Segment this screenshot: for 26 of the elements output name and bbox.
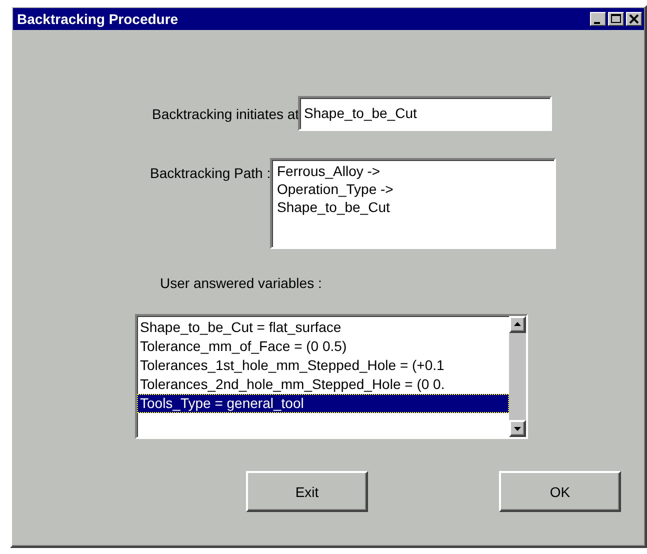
- triangle-down-icon: [514, 427, 521, 431]
- minimize-icon: [594, 22, 600, 24]
- field-label: Backtracking initiates at: [152, 106, 298, 122]
- list-item[interactable]: Tolerance_mm_of_Face = (0 0.5): [137, 337, 509, 356]
- list-item[interactable]: Tolerances_1st_hole_mm_Stepped_Hole = (+0.1: [137, 356, 509, 375]
- path-step: Operation_Type ->: [277, 180, 549, 198]
- section-label: User answered variables :: [160, 275, 322, 291]
- path-step: Ferrous_Alloy ->: [277, 162, 549, 180]
- scroll-up-button[interactable]: [509, 316, 526, 333]
- window-title: Backtracking Procedure: [17, 11, 180, 27]
- dialog-button[interactable]: Exit: [246, 471, 368, 512]
- list-item[interactable]: Shape_to_be_Cut = flat_surface: [137, 318, 509, 337]
- maximize-icon: [611, 14, 621, 23]
- path-step: Shape_to_be_Cut: [277, 198, 549, 216]
- scroll-down-button[interactable]: [509, 420, 526, 437]
- close-button[interactable]: [626, 12, 642, 26]
- dialog-button[interactable]: OK: [499, 471, 621, 512]
- field-label: Backtracking Path :: [150, 165, 270, 181]
- triangle-up-icon: [514, 322, 521, 326]
- scrollbar[interactable]: [509, 316, 526, 437]
- list-item[interactable]: Tolerances_2nd_hole_mm_Stepped_Hole = (0 0.: [137, 375, 509, 394]
- maximize-button[interactable]: [608, 12, 624, 26]
- minimize-button[interactable]: [590, 12, 606, 26]
- list-item[interactable]: Tools_Type = general_tool: [137, 394, 509, 413]
- close-icon: [629, 14, 639, 24]
- initiates-field[interactable]: Shape_to_be_Cut: [298, 96, 552, 131]
